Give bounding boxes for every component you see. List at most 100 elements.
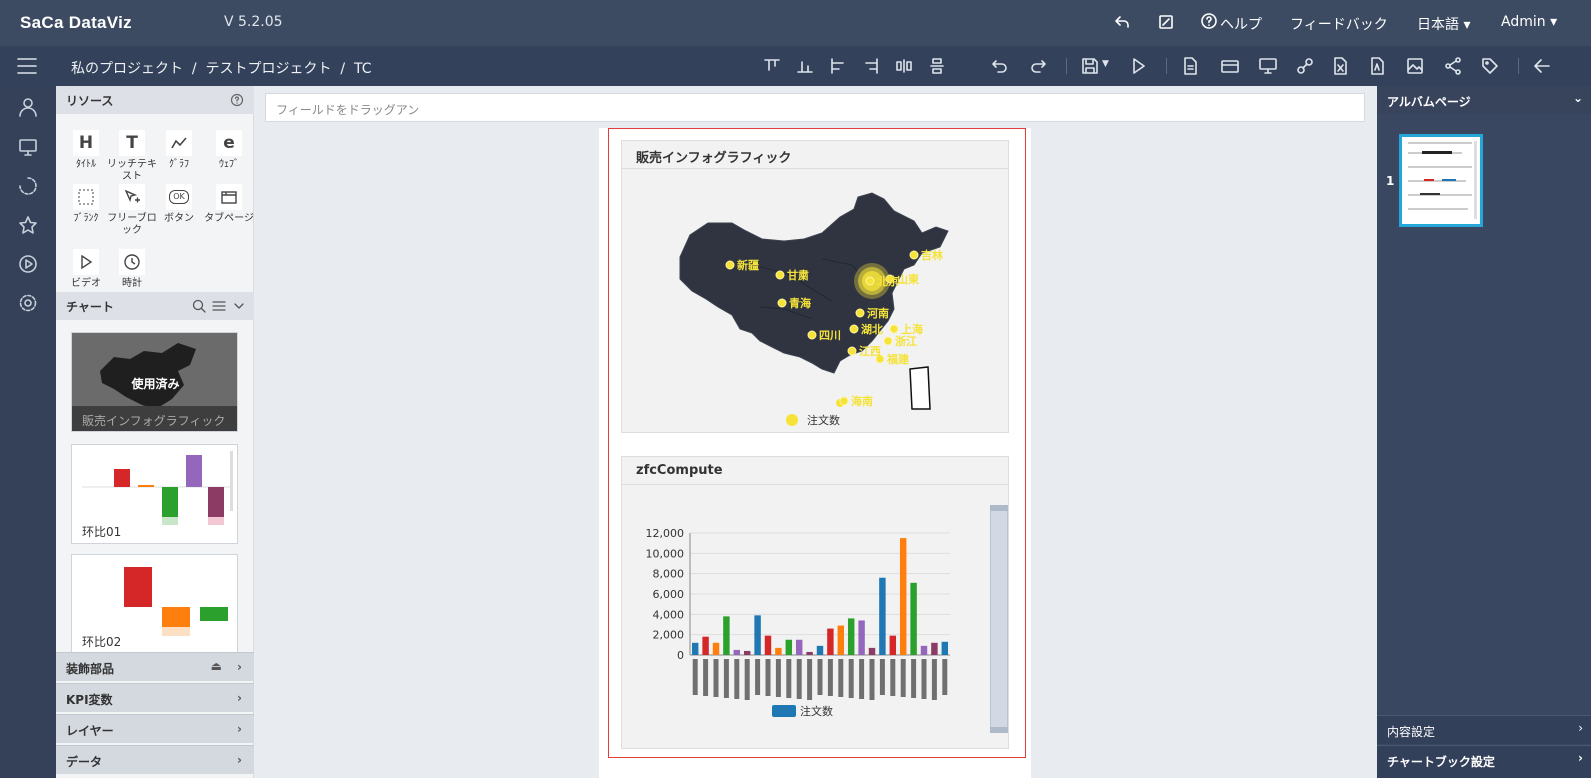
toolbar-divider (1518, 58, 1519, 74)
list-icon[interactable] (212, 299, 226, 313)
chart-thumb-map[interactable]: 使用済み 販売インフォグラフィック (71, 332, 238, 432)
resource-item[interactable]: e ｳｪﾌﾞ (201, 130, 257, 171)
save-icon[interactable] (1080, 56, 1100, 76)
zoom-slider[interactable] (990, 505, 1008, 733)
section-data[interactable]: データ › (56, 745, 254, 774)
section-layer[interactable]: レイヤー › (56, 714, 254, 743)
monitor-icon[interactable] (1258, 56, 1278, 76)
language-select[interactable]: 日本語 ▾ (1417, 14, 1470, 34)
x-tick-label (786, 659, 792, 698)
chart-thumb-label: 环比01 (82, 525, 122, 539)
collapse-arrow-left-icon[interactable] (1532, 56, 1552, 76)
user-menu[interactable]: Admin ▾ (1501, 14, 1557, 30)
x-tick-label (838, 659, 844, 697)
tag-icon[interactable] (1480, 56, 1500, 76)
undo-icon[interactable] (990, 56, 1010, 76)
help-icon[interactable] (230, 93, 244, 107)
feedback-link[interactable]: フィードバック (1290, 14, 1388, 34)
star-icon[interactable] (17, 214, 39, 236)
search-icon[interactable] (192, 299, 206, 313)
bar (723, 616, 730, 655)
play-circle-icon[interactable] (17, 253, 39, 275)
user-icon[interactable] (17, 96, 39, 118)
album-page-thumb[interactable] (1399, 134, 1483, 227)
x-tick-label (723, 659, 729, 698)
align-bottom-icon[interactable] (795, 56, 815, 76)
legend-dot (786, 414, 798, 426)
map-legend-label: 注文数 (807, 413, 840, 427)
x-tick-label (734, 659, 740, 699)
save-dropdown-chevron[interactable]: ▼ (1102, 59, 1109, 69)
align-right-icon[interactable] (861, 56, 881, 76)
chartbook-settings[interactable]: チャートブック設定 › (1377, 745, 1591, 778)
resource-item-label: ボタン (164, 213, 194, 224)
field-drop-zone[interactable]: フィールドをドラッグアン (265, 93, 1365, 122)
document-icon[interactable] (1180, 56, 1200, 76)
map-marker-label: 四川 (819, 329, 841, 342)
y-tick-label: 8,000 (653, 568, 685, 581)
map-marker (775, 270, 785, 280)
help-icon[interactable] (1200, 12, 1218, 30)
card-icon[interactable] (1220, 56, 1240, 76)
resource-item[interactable]: OK ボタン (151, 184, 207, 225)
menu-icon[interactable] (16, 56, 38, 76)
map-marker-label: 吉林 (921, 248, 943, 262)
align-top-icon[interactable] (762, 56, 782, 76)
content-settings[interactable]: 内容設定 › (1377, 715, 1591, 744)
map-marker-label: 新疆 (737, 258, 759, 272)
distribute-horizontal-icon[interactable] (894, 56, 914, 76)
pdf-icon[interactable] (1367, 56, 1387, 76)
legend-swatch (772, 705, 796, 717)
excel-icon[interactable] (1330, 56, 1350, 76)
link-icon[interactable] (1295, 56, 1315, 76)
app-logo[interactable]: SaCa DataViz (20, 13, 132, 33)
chart-thumb-huanbi01[interactable]: 环比01 (71, 444, 238, 544)
album-title: アルバムページ (1387, 95, 1471, 109)
chevron-down-icon[interactable] (232, 299, 246, 313)
section-kpi[interactable]: KPI変数 › (56, 683, 254, 712)
zoom-slider-handle-top[interactable] (990, 505, 1008, 511)
resource-item-label: 時計 (122, 278, 142, 289)
preview-play-icon[interactable] (1128, 56, 1148, 76)
back-icon[interactable] (1113, 13, 1131, 31)
section-decorations[interactable]: 装飾部品 ⏏ › (56, 652, 254, 681)
resource-item[interactable]: ｸﾞﾗﾌ (151, 130, 207, 171)
resource-header: リソース (56, 86, 254, 114)
x-tick-label (879, 659, 885, 695)
album-header[interactable]: アルバムページ ⌄ (1377, 86, 1591, 114)
page-number: 1 (1386, 174, 1395, 188)
y-tick-label: 0 (677, 649, 684, 662)
align-left-icon[interactable] (828, 56, 848, 76)
bar-card-title: zfcCompute (622, 457, 1008, 485)
x-tick-label (817, 659, 823, 695)
map-card[interactable]: 販売インフォグラフィック 新疆 甘粛 青海 四川 河南 湖北 上海 浙江 福建 海南 江西 吉林 山東北… (621, 140, 1009, 433)
bar (889, 635, 897, 655)
x-tick-label (859, 659, 865, 699)
chevron-right-icon: › (237, 691, 242, 705)
edit-icon[interactable] (1157, 13, 1175, 31)
bar-card[interactable]: zfcCompute 0 2,000 4,000 6,000 8,000 10,000 12… (621, 456, 1009, 749)
resource-item[interactable]: タブページ (201, 184, 257, 225)
map-marker (855, 308, 865, 318)
distribute-vertical-icon[interactable] (927, 56, 947, 76)
share-icon[interactable] (1443, 56, 1463, 76)
x-tick-label (869, 659, 875, 700)
bar (733, 649, 741, 655)
map-marker-label: 海南 (851, 394, 873, 408)
refresh-icon[interactable] (17, 175, 39, 197)
toolbar-divider (1166, 58, 1167, 74)
resource-item[interactable]: 時計 (104, 249, 160, 290)
y-tick-label: 10,000 (646, 547, 685, 560)
monitor-icon[interactable] (17, 136, 39, 158)
gear-icon[interactable] (17, 292, 39, 314)
image-icon[interactable] (1405, 56, 1425, 76)
chart-thumb-huanbi02[interactable]: 环比02 (71, 554, 238, 654)
chevron-right-icon: › (237, 660, 242, 674)
bar (691, 642, 699, 655)
zoom-slider-handle-bottom[interactable] (990, 727, 1008, 733)
help-link[interactable]: ヘルプ (1220, 14, 1262, 34)
redo-icon[interactable] (1028, 56, 1048, 76)
y-tick-label: 6,000 (653, 588, 685, 601)
pen-plus-icon (119, 184, 145, 210)
bar (827, 628, 834, 655)
